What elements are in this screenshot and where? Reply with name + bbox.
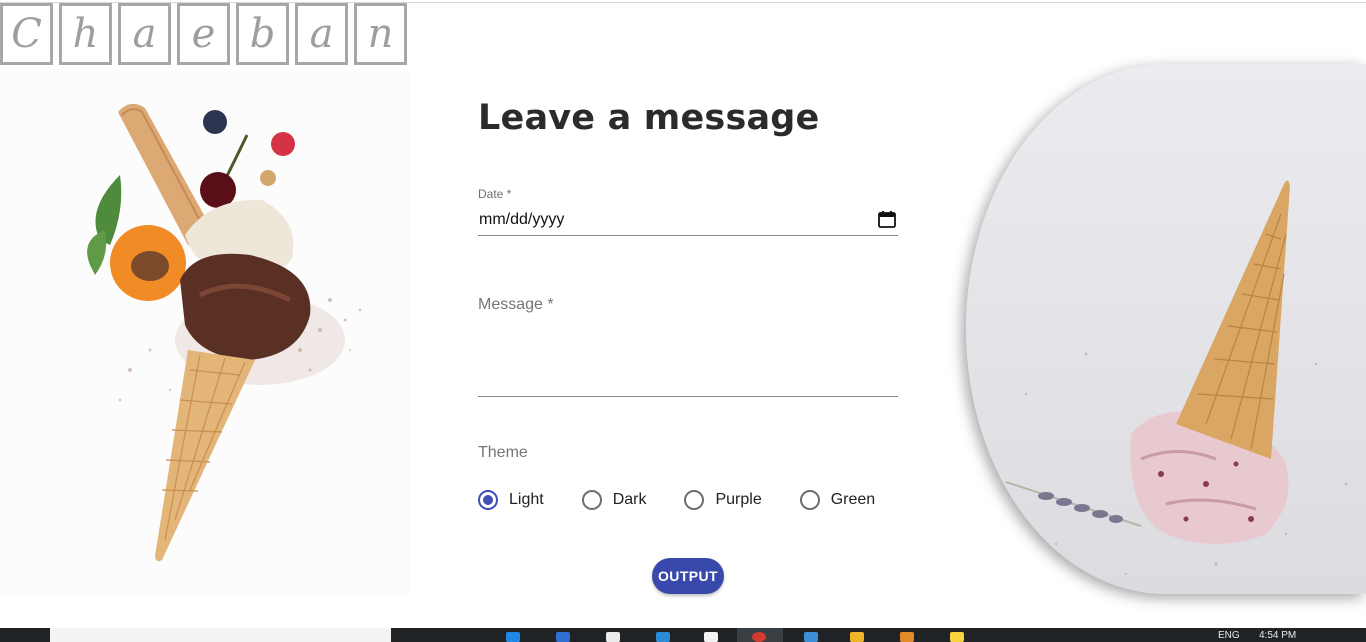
edge-icon[interactable]	[506, 632, 520, 642]
logo-letter-box: a	[118, 3, 171, 65]
message-textarea[interactable]	[478, 320, 898, 397]
taskbar-search-box[interactable]	[50, 628, 391, 642]
media-icon[interactable]	[804, 632, 818, 642]
radio-checked-icon[interactable]	[478, 490, 498, 510]
pencil-icon[interactable]	[900, 632, 914, 642]
page-title: Leave a message	[478, 98, 820, 138]
logo-letter-box: a	[295, 3, 348, 65]
clock-time[interactable]: 4:54 PM	[1259, 630, 1296, 641]
theme-radio-group: Light Dark Purple Green	[478, 490, 875, 510]
document-icon[interactable]	[704, 632, 718, 642]
logo-letter-box: b	[236, 3, 289, 65]
message-label: Message *	[478, 296, 554, 313]
theme-option-purple[interactable]: Purple	[684, 490, 762, 510]
start-button[interactable]	[0, 628, 48, 642]
radio-unchecked-icon[interactable]	[799, 490, 820, 510]
logo-letter: a	[309, 11, 334, 57]
logo-letter: h	[72, 11, 99, 57]
calendar-icon[interactable]	[878, 210, 896, 228]
logo-letter-box: e	[177, 3, 230, 65]
brand-logo: C h a e b a n	[0, 3, 407, 65]
theme-option-label: Green	[830, 491, 876, 508]
radio-unchecked-icon[interactable]	[581, 490, 602, 510]
theme-option-light[interactable]: Light	[478, 490, 544, 510]
output-button[interactable]: OUTPUT	[652, 558, 724, 594]
logo-letter: C	[11, 11, 42, 57]
logo-letter: a	[132, 11, 157, 57]
store-icon[interactable]	[556, 632, 570, 642]
theme-option-label: Purple	[715, 491, 762, 508]
windows-taskbar: ENG 4:54 PM	[0, 628, 1366, 642]
theme-option-label: Dark	[612, 491, 647, 508]
date-label: Date *	[478, 187, 512, 201]
logo-letter-box: n	[354, 3, 407, 65]
app-page: C h a e b a n Leave a message Date * mm/…	[0, 0, 1366, 642]
logo-letter: n	[367, 11, 394, 57]
notes-icon[interactable]	[950, 632, 964, 642]
logo-letter: b	[249, 11, 276, 57]
date-value: mm/dd/yyyy	[479, 211, 565, 228]
radio-unchecked-icon[interactable]	[684, 490, 705, 510]
theme-option-label: Light	[509, 491, 544, 508]
file-icon[interactable]	[606, 632, 620, 642]
chrome-icon[interactable]	[752, 632, 766, 642]
vscode-icon[interactable]	[656, 632, 670, 642]
folder-icon[interactable]	[850, 632, 864, 642]
date-input[interactable]: mm/dd/yyyy	[478, 206, 898, 236]
theme-option-green[interactable]: Green	[799, 490, 876, 510]
ice-cream-cone-image	[0, 70, 410, 594]
theme-label: Theme	[478, 444, 528, 461]
theme-option-dark[interactable]: Dark	[581, 490, 647, 510]
logo-letter-box: C	[0, 3, 53, 65]
language-indicator[interactable]: ENG	[1218, 630, 1240, 641]
fallen-ice-cream-image	[966, 64, 1366, 594]
logo-letter: e	[191, 11, 216, 57]
logo-letter-box: h	[59, 3, 112, 65]
